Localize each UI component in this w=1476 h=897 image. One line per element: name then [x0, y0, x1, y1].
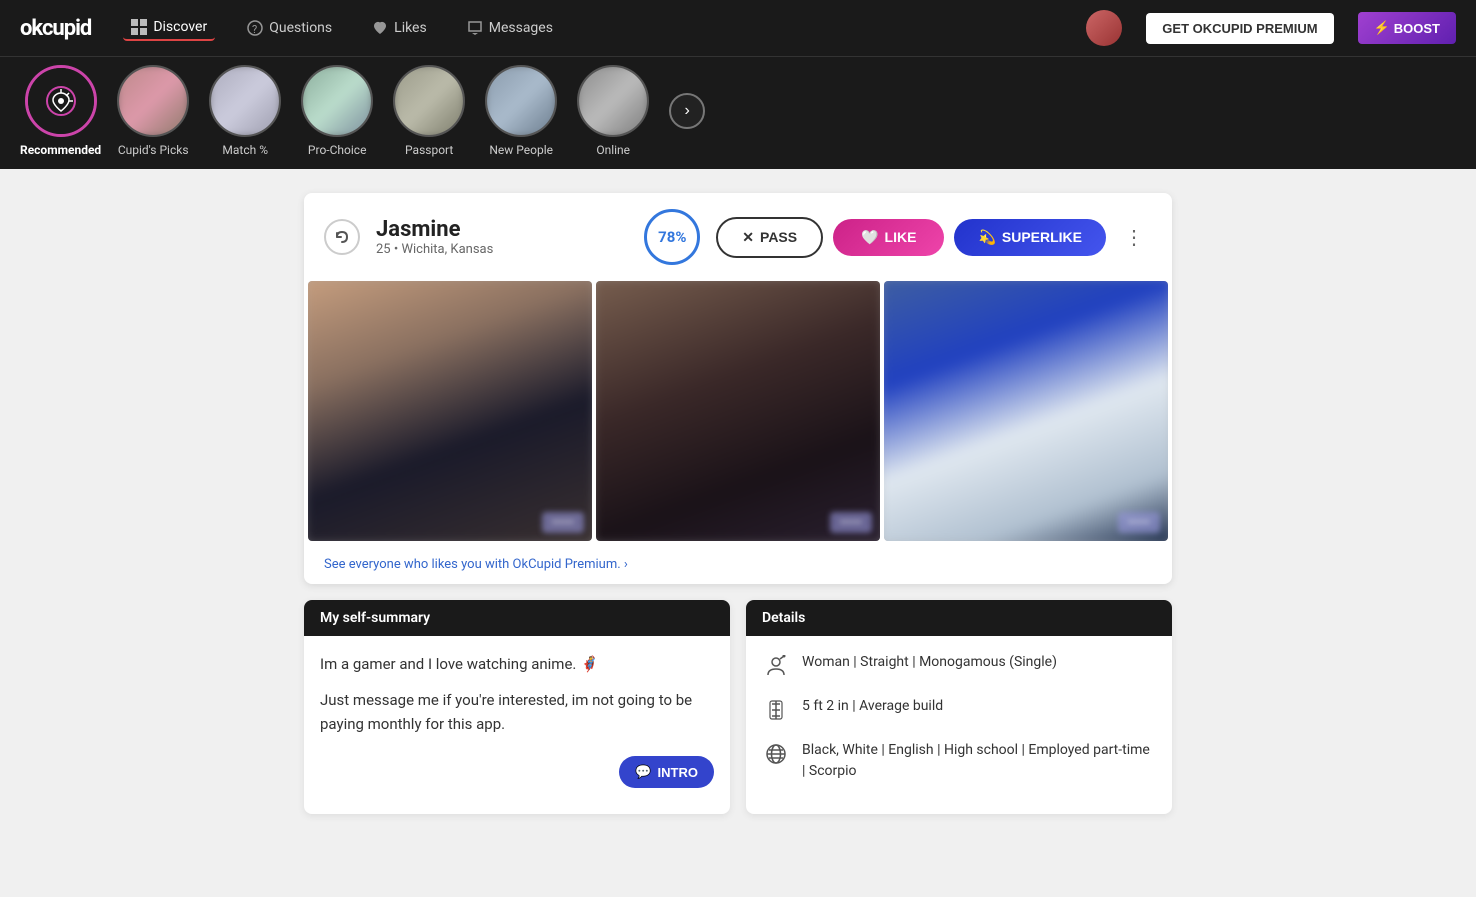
- self-summary-text: Im a gamer and I love watching anime. 🦸 …: [320, 652, 714, 736]
- svg-text:?: ?: [252, 23, 257, 36]
- detail-background: Black, White | English | High school | E…: [762, 740, 1156, 782]
- match-percent-circle: 78%: [644, 209, 700, 265]
- category-recommended[interactable]: Recommended: [20, 65, 101, 157]
- category-passport[interactable]: Passport: [389, 65, 469, 157]
- user-avatar[interactable]: [1086, 10, 1122, 46]
- details-header: Details: [746, 600, 1172, 636]
- category-passport-thumb: [393, 65, 465, 137]
- self-summary-body: Im a gamer and I love watching anime. 🦸 …: [304, 636, 730, 764]
- photo-2-overlay: ••••••: [830, 512, 872, 533]
- profile-header: Jasmine 25 • Wichita, Kansas 78% ✕ PASS …: [304, 193, 1172, 281]
- sections-row: My self-summary Im a gamer and I love wa…: [304, 600, 1172, 814]
- heart-icon: [372, 20, 388, 36]
- like-heart-icon: 🤍: [861, 229, 878, 246]
- details-card: Details Woman | Straight | Monogamous (S…: [746, 600, 1172, 814]
- nav-likes[interactable]: Likes: [364, 16, 435, 40]
- category-match[interactable]: Match %: [205, 65, 285, 157]
- photo-2[interactable]: ••••••: [596, 281, 880, 541]
- detail-background-text: Black, White | English | High school | E…: [802, 740, 1156, 782]
- category-cupids-label: Cupid's Picks: [118, 143, 189, 157]
- detail-height: 5 ft 2 in | Average build: [762, 696, 1156, 724]
- x-icon: ✕: [742, 229, 754, 246]
- category-online-thumb: [577, 65, 649, 137]
- category-passport-label: Passport: [405, 143, 453, 157]
- top-navigation: okcupid Discover ? Questions Likes Messa…: [0, 0, 1476, 56]
- intro-button[interactable]: 💬 INTRO: [619, 756, 714, 788]
- category-cupids-thumb: [117, 65, 189, 137]
- self-summary-header: My self-summary: [304, 600, 730, 636]
- category-online-label: Online: [596, 143, 630, 157]
- premium-button[interactable]: GET OKCUPID PREMIUM: [1146, 13, 1333, 44]
- category-new-people-thumb: [485, 65, 557, 137]
- profile-name: Jasmine: [376, 217, 628, 242]
- like-button[interactable]: 🤍 LIKE: [833, 219, 944, 256]
- height-icon: [762, 696, 790, 724]
- action-buttons: ✕ PASS 🤍 LIKE 💫 SUPERLIKE ⋮: [716, 217, 1152, 258]
- photo-grid: •••••• •••••• ••••••: [304, 281, 1172, 545]
- profile-location: 25 • Wichita, Kansas: [376, 242, 628, 257]
- category-new-people-label: New People: [489, 143, 553, 157]
- category-cupids-picks[interactable]: Cupid's Picks: [113, 65, 193, 157]
- photo-1[interactable]: ••••••: [308, 281, 592, 541]
- photo-3-overlay: ••••••: [1118, 512, 1160, 533]
- details-body: Woman | Straight | Monogamous (Single) 5…: [746, 636, 1172, 814]
- detail-orientation: Woman | Straight | Monogamous (Single): [762, 652, 1156, 680]
- category-pro-choice[interactable]: Pro-Choice: [297, 65, 377, 157]
- category-new-people[interactable]: New People: [481, 65, 561, 157]
- pass-button[interactable]: ✕ PASS: [716, 217, 823, 258]
- nav-discover[interactable]: Discover: [123, 15, 215, 41]
- more-options-button[interactable]: ⋮: [1116, 221, 1152, 254]
- category-bar: Recommended Cupid's Picks Match % Pro-Ch…: [0, 56, 1476, 169]
- boost-button[interactable]: ⚡ BOOST: [1358, 12, 1456, 44]
- brand-logo[interactable]: okcupid: [20, 16, 91, 41]
- superlike-button[interactable]: 💫 SUPERLIKE: [954, 219, 1106, 256]
- questions-icon: ?: [247, 20, 263, 36]
- boost-icon: ⚡: [1374, 20, 1390, 36]
- profile-card: Jasmine 25 • Wichita, Kansas 78% ✕ PASS …: [304, 193, 1172, 584]
- photo-3[interactable]: ••••••: [884, 281, 1168, 541]
- category-online[interactable]: Online: [573, 65, 653, 157]
- self-summary-card: My self-summary Im a gamer and I love wa…: [304, 600, 730, 814]
- undo-icon: [333, 228, 351, 246]
- recommended-icon: [43, 83, 79, 119]
- categories-next-button[interactable]: ›: [669, 93, 705, 129]
- category-pro-choice-thumb: [301, 65, 373, 137]
- category-recommended-label: Recommended: [20, 143, 101, 157]
- message-icon: [467, 20, 483, 36]
- nav-questions[interactable]: ? Questions: [239, 16, 340, 40]
- category-pro-choice-label: Pro-Choice: [308, 143, 367, 157]
- undo-button[interactable]: [324, 219, 360, 255]
- nav-messages[interactable]: Messages: [459, 16, 561, 40]
- premium-link[interactable]: See everyone who likes you with OkCupid …: [304, 545, 1172, 584]
- category-match-thumb: [209, 65, 281, 137]
- globe-icon: [762, 740, 790, 768]
- category-match-label: Match %: [222, 143, 268, 157]
- detail-height-text: 5 ft 2 in | Average build: [802, 696, 943, 717]
- grid-icon: [131, 19, 147, 35]
- chat-icon: 💬: [635, 764, 651, 780]
- detail-orientation-text: Woman | Straight | Monogamous (Single): [802, 652, 1057, 673]
- main-content: Jasmine 25 • Wichita, Kansas 78% ✕ PASS …: [288, 193, 1188, 814]
- category-recommended-thumb: [25, 65, 97, 137]
- superlike-icon: 💫: [978, 229, 995, 246]
- person-icon: [762, 652, 790, 680]
- profile-name-info: Jasmine 25 • Wichita, Kansas: [376, 217, 628, 257]
- photo-1-overlay: ••••••: [542, 512, 584, 533]
